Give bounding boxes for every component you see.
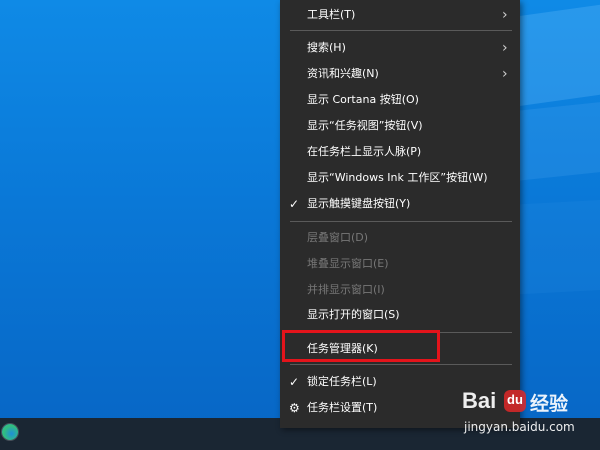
submenu-arrow-icon: › xyxy=(502,66,508,82)
menu-item-label: 堆叠显示窗口(E) xyxy=(307,257,389,270)
menu-item-show-open-windows[interactable]: 显示打开的窗口(S) xyxy=(280,302,520,328)
checkmark-icon: ✓ xyxy=(289,197,300,211)
menu-item-label: 显示“任务视图”按钮(V) xyxy=(307,119,423,132)
menu-item-label: 显示“Windows Ink 工作区”按钮(W) xyxy=(307,171,488,184)
watermark-jingyan: 经验 xyxy=(530,393,569,415)
menu-item-label: 工具栏(T) xyxy=(307,8,356,21)
menu-item-label: 搜索(H) xyxy=(307,41,346,54)
menu-item-search[interactable]: 搜索(H) › xyxy=(280,35,520,61)
menu-item-label: 任务栏设置(T) xyxy=(307,401,378,414)
menu-item-label: 显示触摸键盘按钮(Y) xyxy=(307,197,411,210)
desktop-wallpaper: 工具栏(T) › 搜索(H) › 资讯和兴趣(N) › 显示 Cortana 按… xyxy=(0,0,600,450)
taskbar-context-menu: 工具栏(T) › 搜索(H) › 资讯和兴趣(N) › 显示 Cortana 按… xyxy=(280,0,520,428)
menu-separator xyxy=(290,221,512,222)
menu-item-show-cortana-button[interactable]: 显示 Cortana 按钮(O) xyxy=(280,87,520,113)
menu-item-label: 显示打开的窗口(S) xyxy=(307,308,400,321)
submenu-arrow-icon: › xyxy=(502,40,508,56)
menu-item-show-touch-keyboard-button[interactable]: ✓ 显示触摸键盘按钮(Y) xyxy=(280,191,520,217)
baidu-jingyan-watermark: Bai du 经验 jingyan.baidu.com xyxy=(462,388,592,440)
checkmark-icon: ✓ xyxy=(289,375,300,389)
menu-separator xyxy=(290,30,512,31)
menu-item-label: 并排显示窗口(I) xyxy=(307,283,385,296)
watermark-du: du xyxy=(507,392,523,407)
watermark-brand: Bai xyxy=(462,388,497,413)
watermark-url: jingyan.baidu.com xyxy=(464,420,575,434)
menu-item-toolbars[interactable]: 工具栏(T) › xyxy=(280,2,520,28)
menu-item-cascade-windows: 层叠窗口(D) xyxy=(280,225,520,251)
task-manager-highlight-box xyxy=(282,330,440,362)
menu-item-show-windows-ink-button[interactable]: 显示“Windows Ink 工作区”按钮(W) xyxy=(280,165,520,191)
menu-item-show-people[interactable]: 在任务栏上显示人脉(P) xyxy=(280,139,520,165)
menu-item-label: 在任务栏上显示人脉(P) xyxy=(307,145,422,158)
menu-item-show-windows-side-by-side: 并排显示窗口(I) xyxy=(280,277,520,303)
menu-item-show-task-view-button[interactable]: 显示“任务视图”按钮(V) xyxy=(280,113,520,139)
edge-icon[interactable] xyxy=(2,424,18,440)
menu-separator xyxy=(290,364,512,365)
menu-item-label: 层叠窗口(D) xyxy=(307,231,369,244)
menu-item-show-windows-stacked: 堆叠显示窗口(E) xyxy=(280,251,520,277)
menu-item-label: 锁定任务栏(L) xyxy=(307,375,377,388)
gear-icon: ⚙ xyxy=(289,401,300,415)
menu-item-label: 显示 Cortana 按钮(O) xyxy=(307,93,419,106)
menu-item-label: 资讯和兴趣(N) xyxy=(307,67,379,80)
menu-item-news-and-interests[interactable]: 资讯和兴趣(N) › xyxy=(280,61,520,87)
submenu-arrow-icon: › xyxy=(502,7,508,23)
